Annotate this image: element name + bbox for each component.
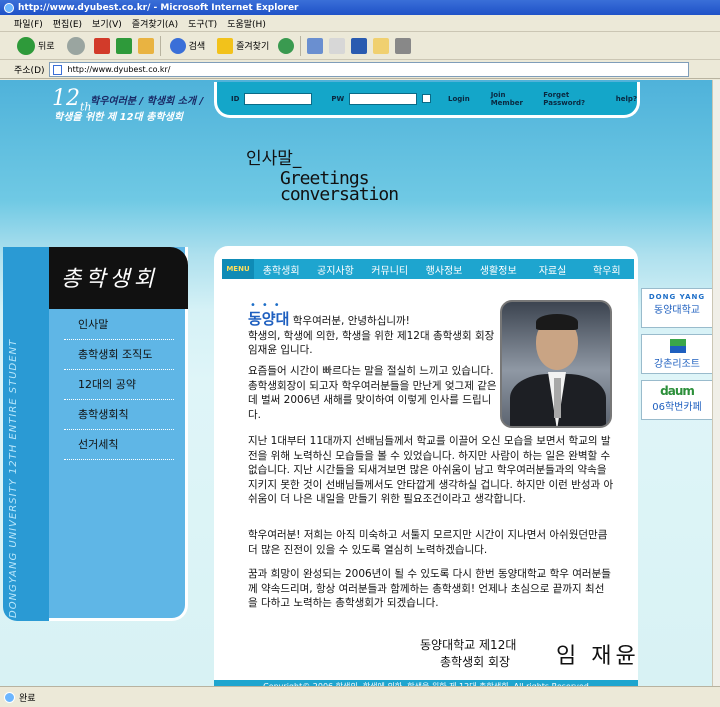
- status-text: 완료: [19, 693, 36, 704]
- stop-icon[interactable]: [93, 37, 110, 54]
- home-icon[interactable]: [137, 37, 154, 54]
- paragraph-5: 꿈과 희망이 완성되는 2006년이 될 수 있도록 다시 한번 동양대학교 학…: [248, 568, 611, 609]
- signature-name: 임 재윤: [556, 644, 640, 669]
- window-title: http://www.dyubest.co.kr/ - Microsoft In…: [18, 2, 299, 13]
- back-button[interactable]: 뒤로: [14, 35, 58, 57]
- sidebar-item-pledges[interactable]: 12대의 공약: [64, 370, 174, 400]
- menu-edit[interactable]: 편집(E): [53, 17, 82, 30]
- mail-icon[interactable]: [307, 37, 324, 54]
- sidebar-item-election-rules[interactable]: 선거세칙: [64, 430, 174, 460]
- nav-item-community[interactable]: 커뮤니티: [363, 262, 417, 277]
- toolbar-separator: [300, 35, 302, 56]
- nav-item-events[interactable]: 행사정보: [417, 262, 471, 277]
- banner-gangchon-resort[interactable]: 강촌리조트: [641, 334, 713, 374]
- nav-item-alumni[interactable]: 학우회: [580, 262, 634, 277]
- paragraph-1: 동양대 학우여러분, 안녕하십니까! 학생의, 학생에 의한, 학생을 위한 제1…: [248, 310, 495, 357]
- remember-checkbox[interactable]: [422, 94, 432, 103]
- done-page-icon: [4, 691, 15, 703]
- signature-org-2: 총학생회 회장: [440, 655, 511, 669]
- sidebar-vertical-text: DONGYANG UNIVERSITY 12TH ENTIRE STUDENT: [8, 338, 19, 618]
- search-button[interactable]: 검색: [167, 35, 209, 57]
- president-photo: [500, 300, 612, 428]
- pw-input[interactable]: [349, 92, 418, 105]
- paragraph-4: 학우여러분! 저희는 아직 미숙하고 서툴지 모르지만 시간이 지나면서 아쉬웠…: [248, 529, 608, 556]
- menu-view[interactable]: 보기(V): [92, 17, 122, 30]
- pw-label: PW: [331, 94, 345, 103]
- history-icon[interactable]: [278, 37, 295, 54]
- sidebar-title: 총학생회: [49, 247, 188, 309]
- header-slogan-2: 학생을 위한 제 12대 총학생회: [54, 112, 184, 123]
- window-titlebar: http://www.dyubest.co.kr/ - Microsoft In…: [0, 0, 720, 15]
- menu-favorites[interactable]: 즐겨찾기(A): [132, 17, 178, 30]
- status-bar: 완료: [0, 686, 720, 707]
- banner-06-cafe[interactable]: daum 06학번카페: [641, 380, 713, 420]
- discuss-icon[interactable]: [373, 37, 390, 54]
- refresh-icon[interactable]: [115, 37, 132, 54]
- menubar: 파일(F) 편집(E) 보기(V) 즐겨찾기(A) 도구(T) 도움말(H): [0, 15, 720, 32]
- messenger-icon[interactable]: [395, 37, 412, 54]
- forward-button[interactable]: [64, 35, 88, 57]
- search-icon: [169, 37, 186, 54]
- banner-dongyang-university[interactable]: DONG YANG 동양대학교: [641, 288, 713, 328]
- nav-item-living[interactable]: 생활정보: [471, 262, 525, 277]
- help-link[interactable]: help?: [616, 95, 637, 103]
- resort-logo-icon: [670, 339, 686, 353]
- sidebar-item-greeting[interactable]: 인사말: [64, 310, 174, 340]
- ie-icon: [4, 2, 14, 13]
- sidebar-item-organization[interactable]: 총학생회 조직도: [64, 340, 174, 370]
- nav-menu-label: MENU: [222, 259, 254, 279]
- id-input[interactable]: [244, 92, 313, 105]
- favorites-button[interactable]: 즐겨찾기: [214, 35, 272, 57]
- toolbar-separator: [159, 35, 161, 56]
- banner-2-label: 강촌리조트: [654, 359, 700, 370]
- back-arrow-icon: [17, 36, 35, 55]
- edit-icon[interactable]: [351, 37, 368, 54]
- photo-hair: [536, 314, 578, 330]
- banner-1-bottom: 동양대학교: [654, 305, 700, 316]
- banner-1-top: DONG YANG: [648, 293, 706, 301]
- page-icon: [52, 65, 62, 75]
- top-nav: MENU 총학생회 공지사항 커뮤니티 행사정보 생활정보 자료실 학우회: [222, 259, 634, 279]
- nav-item-student-council[interactable]: 총학생회: [254, 262, 308, 277]
- header-slogan-1: 학우여러분 / 학생회 소개 /: [90, 96, 204, 107]
- photo-tie: [554, 378, 561, 418]
- greeting-title: 인사말_: [246, 149, 302, 169]
- vertical-scrollbar[interactable]: [712, 80, 720, 686]
- join-member-link[interactable]: Join Member: [491, 91, 539, 107]
- page-viewport: 12th 학우여러분 / 학생회 소개 / 학생을 위한 제 12대 총학생회 …: [0, 80, 720, 686]
- star-icon: [217, 37, 234, 54]
- sidebar-menu: 인사말 총학생회 조직도 12대의 공약 총학생회칙 선거세칙: [64, 310, 174, 460]
- forgot-password-link[interactable]: Forget Password?: [543, 91, 611, 107]
- address-input[interactable]: http://www.dyubest.co.kr/: [48, 62, 689, 77]
- menu-tools[interactable]: 도구(T): [188, 17, 217, 30]
- menu-file[interactable]: 파일(F): [14, 17, 43, 30]
- paragraph-3: 지난 1대부터 11대까지 선배님들께서 학교를 이끌어 오신 모습을 보면서 …: [248, 435, 614, 505]
- banner-3-top: daum: [660, 384, 695, 398]
- address-label: 주소(D): [14, 66, 45, 76]
- id-label: ID: [231, 94, 240, 103]
- signature-org-1: 동양대학교 제12대: [420, 638, 517, 652]
- login-button[interactable]: Login: [448, 95, 470, 103]
- banner-3-bottom: 06학번카페: [652, 402, 702, 413]
- login-box: ID PW Login Join Member Forget Password?…: [214, 82, 640, 118]
- forward-arrow-icon: [66, 36, 85, 55]
- brand-name: 동양대: [248, 310, 290, 328]
- paragraph-2: 요즘들어 시간이 빠르다는 말을 절실히 느끼고 있습니다. 총학생회장이 되고…: [248, 365, 497, 421]
- print-icon[interactable]: [329, 37, 346, 54]
- menu-help[interactable]: 도움말(H): [227, 17, 266, 30]
- nav-item-archive[interactable]: 자료실: [525, 262, 579, 277]
- greeting-en-2: conversation: [280, 184, 399, 205]
- sidebar-item-bylaws[interactable]: 총학생회칙: [64, 400, 174, 430]
- nav-item-notices[interactable]: 공지사항: [308, 262, 362, 277]
- toolbar: 뒤로 검색 즐겨찾기: [0, 32, 720, 60]
- address-bar: 주소(D) http://www.dyubest.co.kr/: [0, 61, 720, 79]
